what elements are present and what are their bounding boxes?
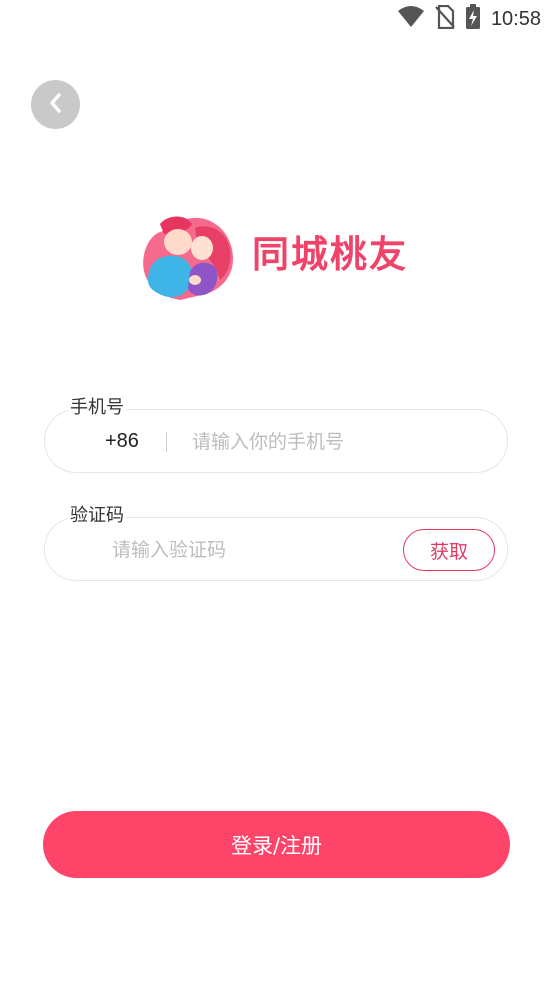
country-code-divider <box>166 432 167 452</box>
chevron-left-icon <box>46 92 66 118</box>
no-sim-icon <box>435 4 455 33</box>
back-button[interactable] <box>31 80 80 129</box>
get-code-button[interactable]: 获取 <box>403 529 495 571</box>
couple-logo-icon <box>140 210 240 305</box>
wifi-icon <box>397 6 425 32</box>
phone-field-label: 手机号 <box>68 397 126 419</box>
status-bar: 10:58 <box>0 0 553 38</box>
battery-charging-icon <box>465 4 481 34</box>
code-field-label: 验证码 <box>68 505 126 527</box>
login-register-label: 登录/注册 <box>230 833 323 858</box>
status-time: 10:58 <box>490 8 541 30</box>
phone-input[interactable] <box>192 427 492 457</box>
verification-code-input[interactable] <box>112 535 392 565</box>
app-name: 同城桃友 <box>252 232 408 276</box>
app-logo: 同城桃友 <box>140 210 430 305</box>
get-code-label: 获取 <box>429 540 468 563</box>
status-icons: 10:58 <box>397 4 541 34</box>
country-code[interactable]: +86 <box>105 429 139 453</box>
login-register-button[interactable]: 登录/注册 <box>43 811 510 878</box>
